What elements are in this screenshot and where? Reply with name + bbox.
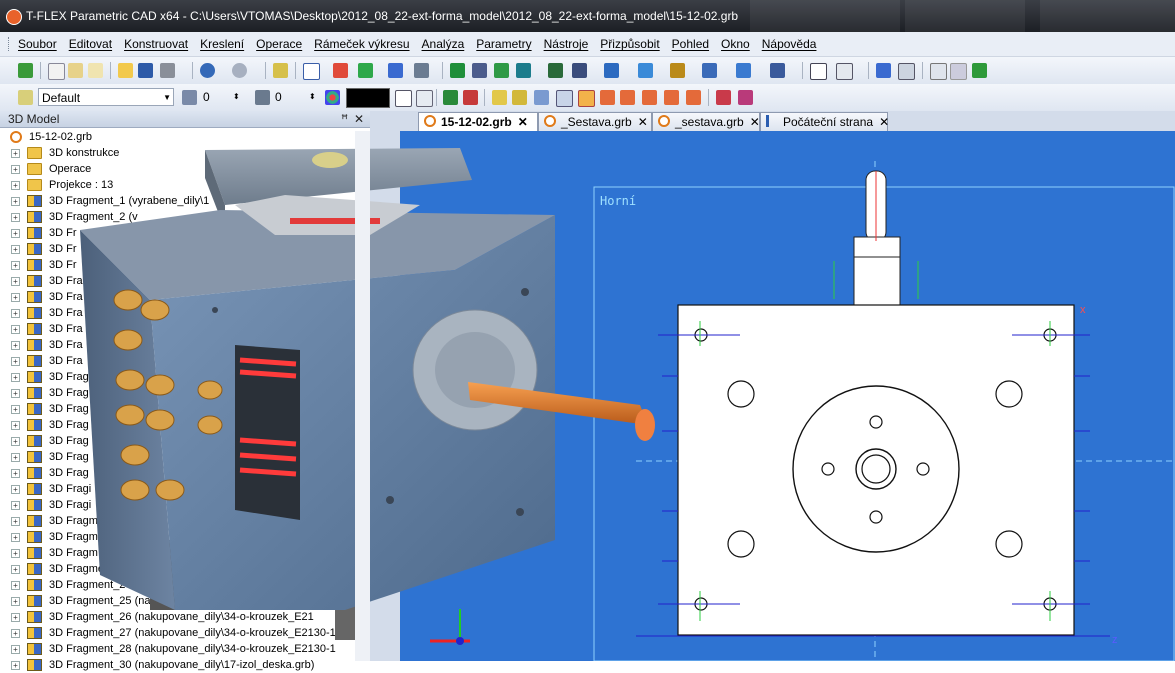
- mold-3d-render: [80, 148, 655, 640]
- top-bolt: [312, 152, 348, 168]
- tree-scrollbar[interactable]: [355, 131, 370, 661]
- sprue-tip: [635, 409, 655, 441]
- expand-icon[interactable]: +: [11, 661, 20, 670]
